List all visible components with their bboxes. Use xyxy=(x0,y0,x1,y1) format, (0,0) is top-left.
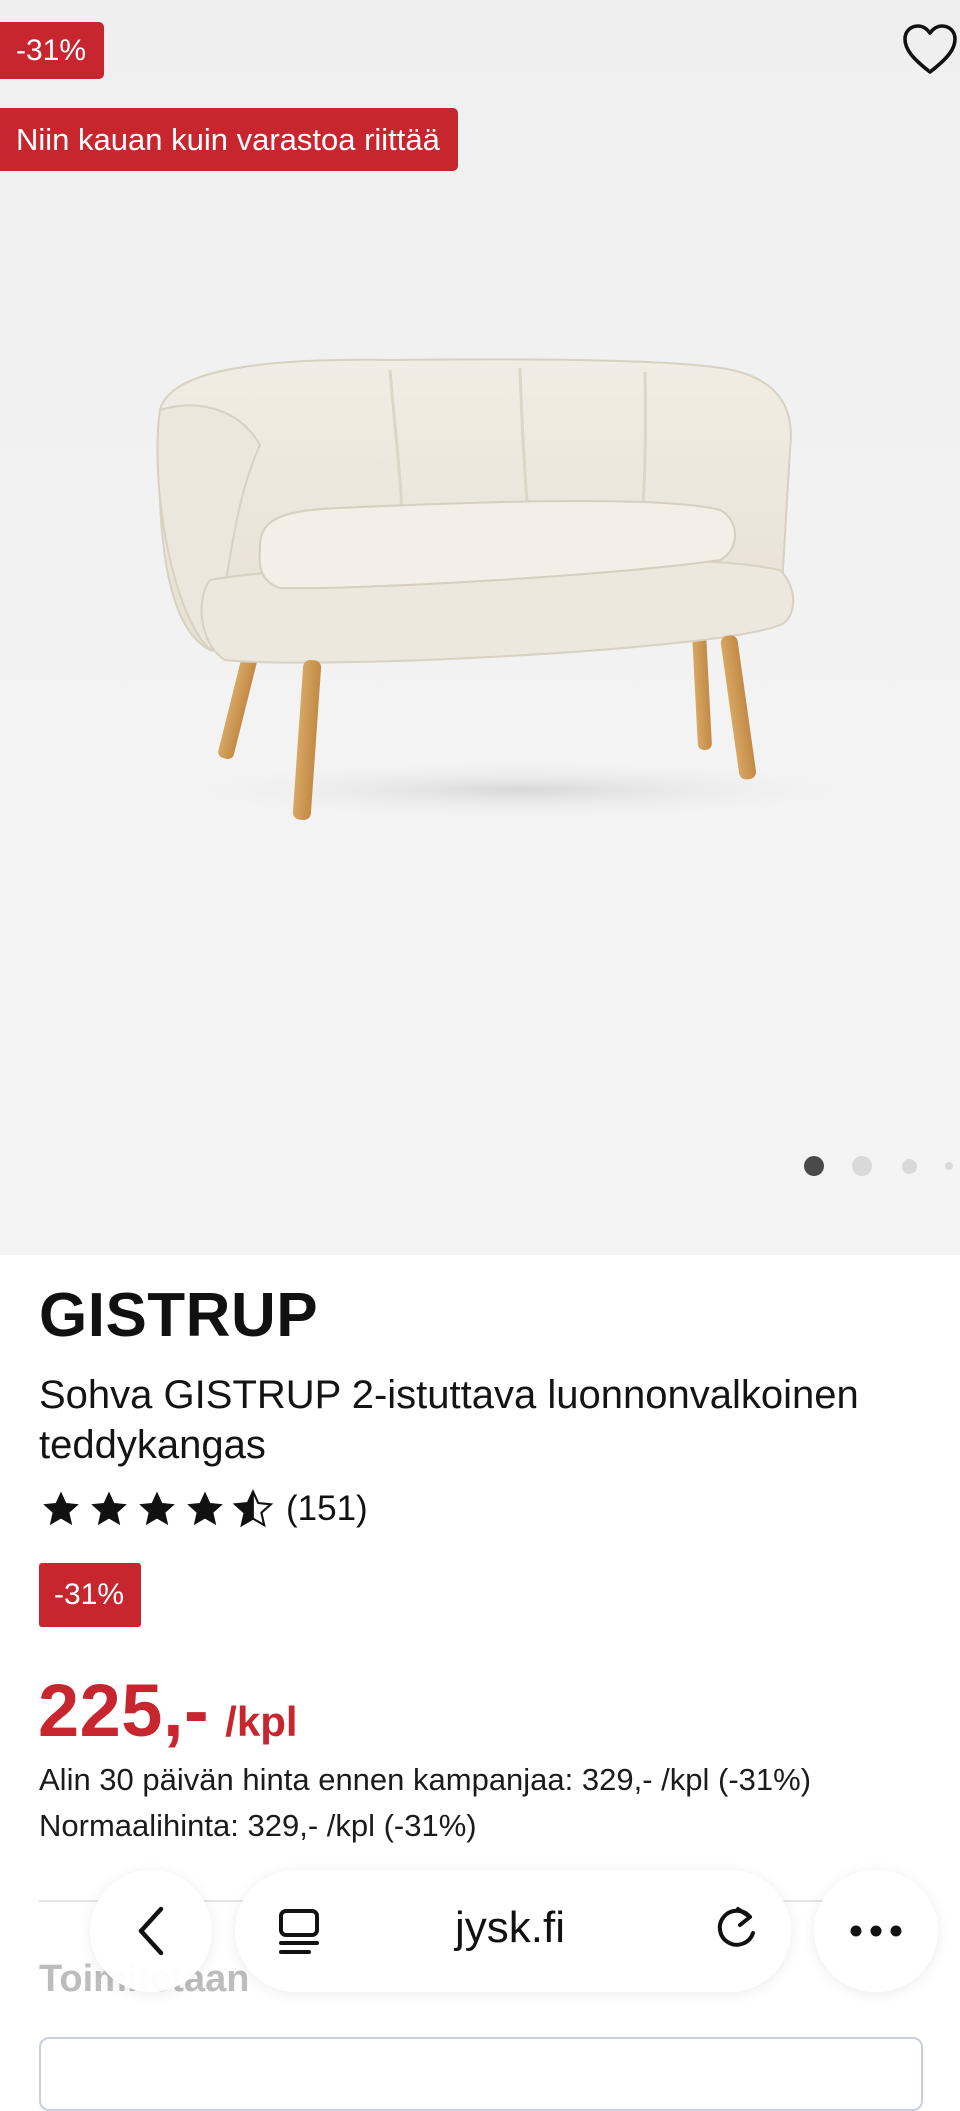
carousel-dot[interactable] xyxy=(902,1158,917,1174)
product-image-carousel[interactable]: -31% Niin kauan kuin varastoa riittää xyxy=(0,0,960,1255)
postcode-input[interactable] xyxy=(39,2037,923,2111)
rating[interactable]: (151) xyxy=(40,1488,368,1530)
normal-price-note: Normaalihinta: 329,- /kpl (-31%) xyxy=(39,1808,477,1843)
address-bar[interactable]: jysk.fi xyxy=(235,1870,791,1992)
discount-badge: -31% xyxy=(39,1563,142,1627)
carousel-dot[interactable] xyxy=(852,1156,872,1176)
heart-icon[interactable] xyxy=(902,22,958,76)
price-unit: /kpl xyxy=(225,1698,298,1745)
product-name: Sohva GISTRUP 2-istuttava luonnonvalkoin… xyxy=(39,1373,859,1467)
price: 225,- /kpl xyxy=(38,1668,298,1753)
back-icon xyxy=(138,1906,164,1956)
half-star-icon xyxy=(232,1488,274,1528)
sofa-image xyxy=(156,358,860,820)
back-button[interactable] xyxy=(90,1870,212,1992)
carousel-dot[interactable] xyxy=(945,1162,953,1170)
rating-count[interactable]: (151) xyxy=(286,1489,368,1529)
price-value: 225,- xyxy=(38,1669,210,1752)
star-icon xyxy=(43,1491,79,1526)
star-icon xyxy=(187,1491,223,1526)
star-icon xyxy=(139,1491,175,1526)
star-icon xyxy=(91,1491,127,1526)
reload-icon[interactable] xyxy=(710,1903,762,1955)
lowest-price-note: Alin 30 päivän hinta ennen kampanjaa: 32… xyxy=(39,1762,812,1797)
rating-stars xyxy=(40,1488,274,1530)
discount-badge: -31% xyxy=(0,22,105,79)
carousel-dot[interactable] xyxy=(804,1156,824,1176)
stock-badge: Niin kauan kuin varastoa riittää xyxy=(0,108,458,171)
carousel-dots[interactable] xyxy=(804,1156,953,1176)
more-button[interactable] xyxy=(814,1870,938,1992)
product-brand: GISTRUP xyxy=(39,1281,319,1350)
tabs-icon[interactable] xyxy=(275,1905,323,1957)
more-icon xyxy=(850,1925,902,1937)
url-text[interactable]: jysk.fi xyxy=(455,1903,565,1953)
